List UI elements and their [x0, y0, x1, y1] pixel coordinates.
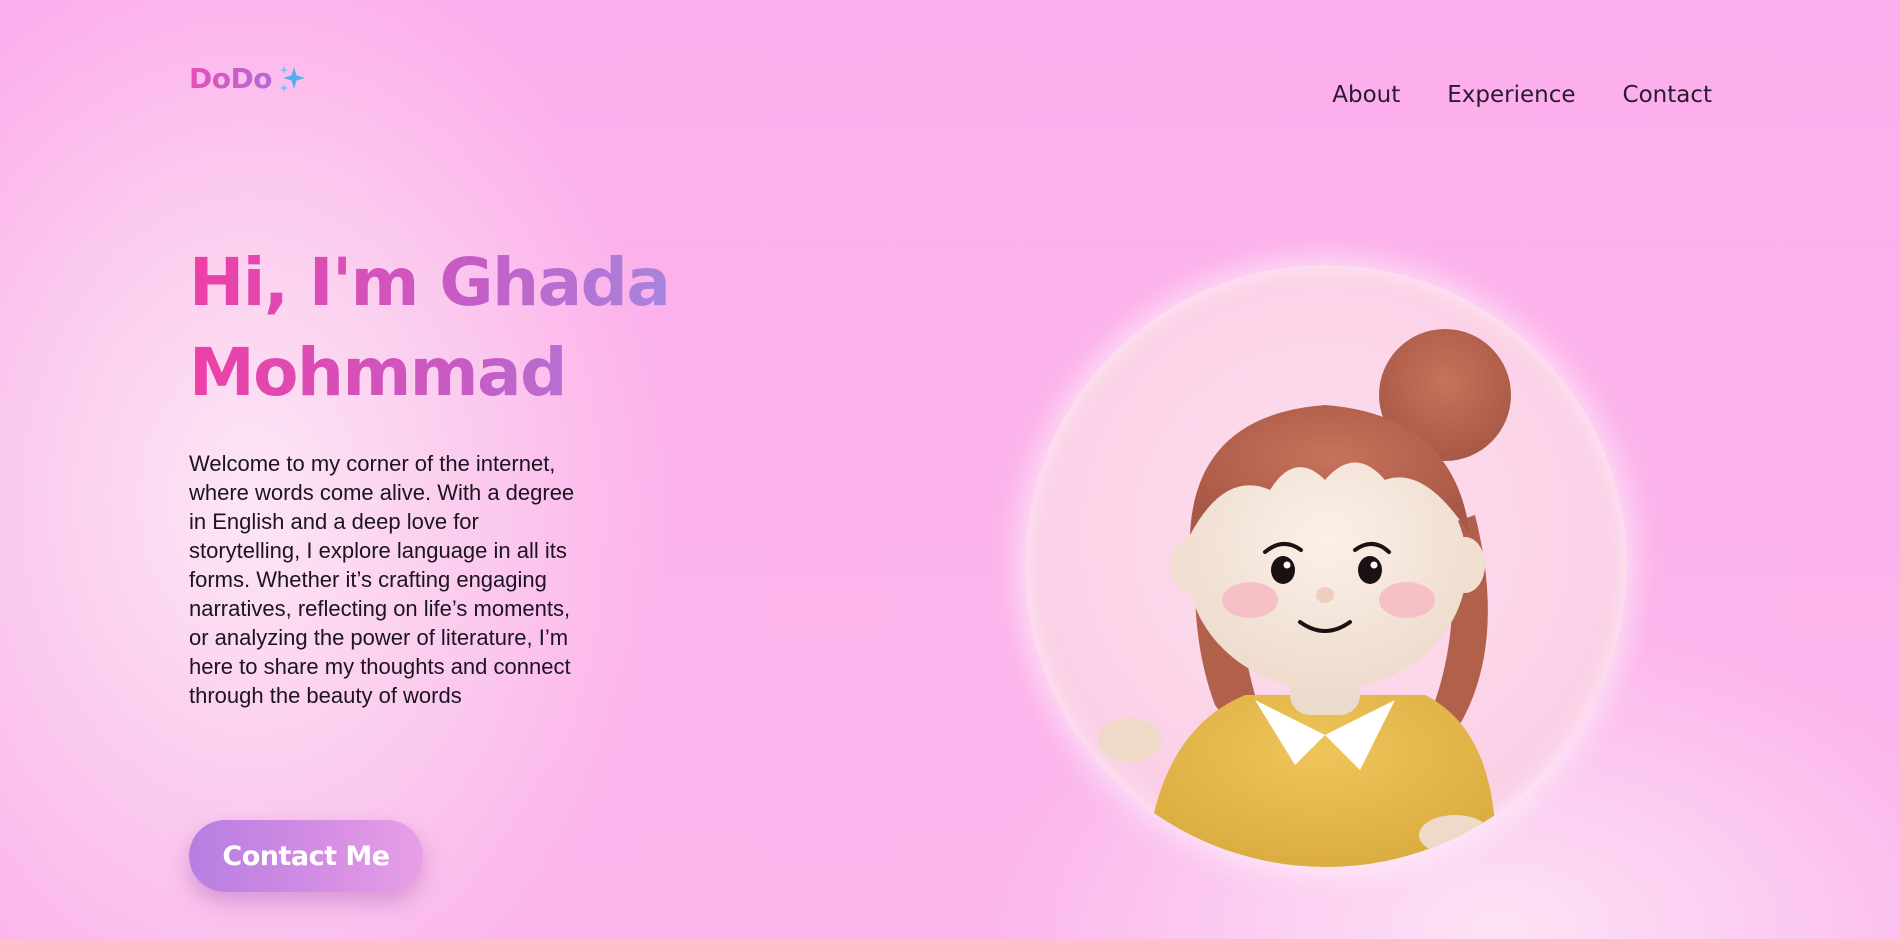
nav-item-about[interactable]: About	[1332, 82, 1400, 108]
hero-title-line-1: Hi, I'm Ghada	[189, 244, 671, 321]
main-nav: About Experience Contact	[1332, 82, 1712, 108]
avatar-circle	[1025, 265, 1627, 867]
sparkle-icon	[276, 63, 308, 95]
girl-avatar-illustration	[1098, 329, 1511, 867]
logo[interactable]: DoDo	[189, 62, 308, 95]
contact-me-button[interactable]: Contact Me	[189, 820, 423, 892]
hero-title-line-2: Mohmmad	[189, 334, 567, 411]
hero-title: Hi, I'm Ghada Mohmmad	[189, 238, 709, 418]
logo-text: DoDo	[189, 62, 272, 95]
nav-item-contact[interactable]: Contact	[1623, 82, 1712, 108]
nav-item-experience[interactable]: Experience	[1447, 82, 1575, 108]
hero-description: Welcome to my corner of the internet, wh…	[189, 451, 575, 708]
